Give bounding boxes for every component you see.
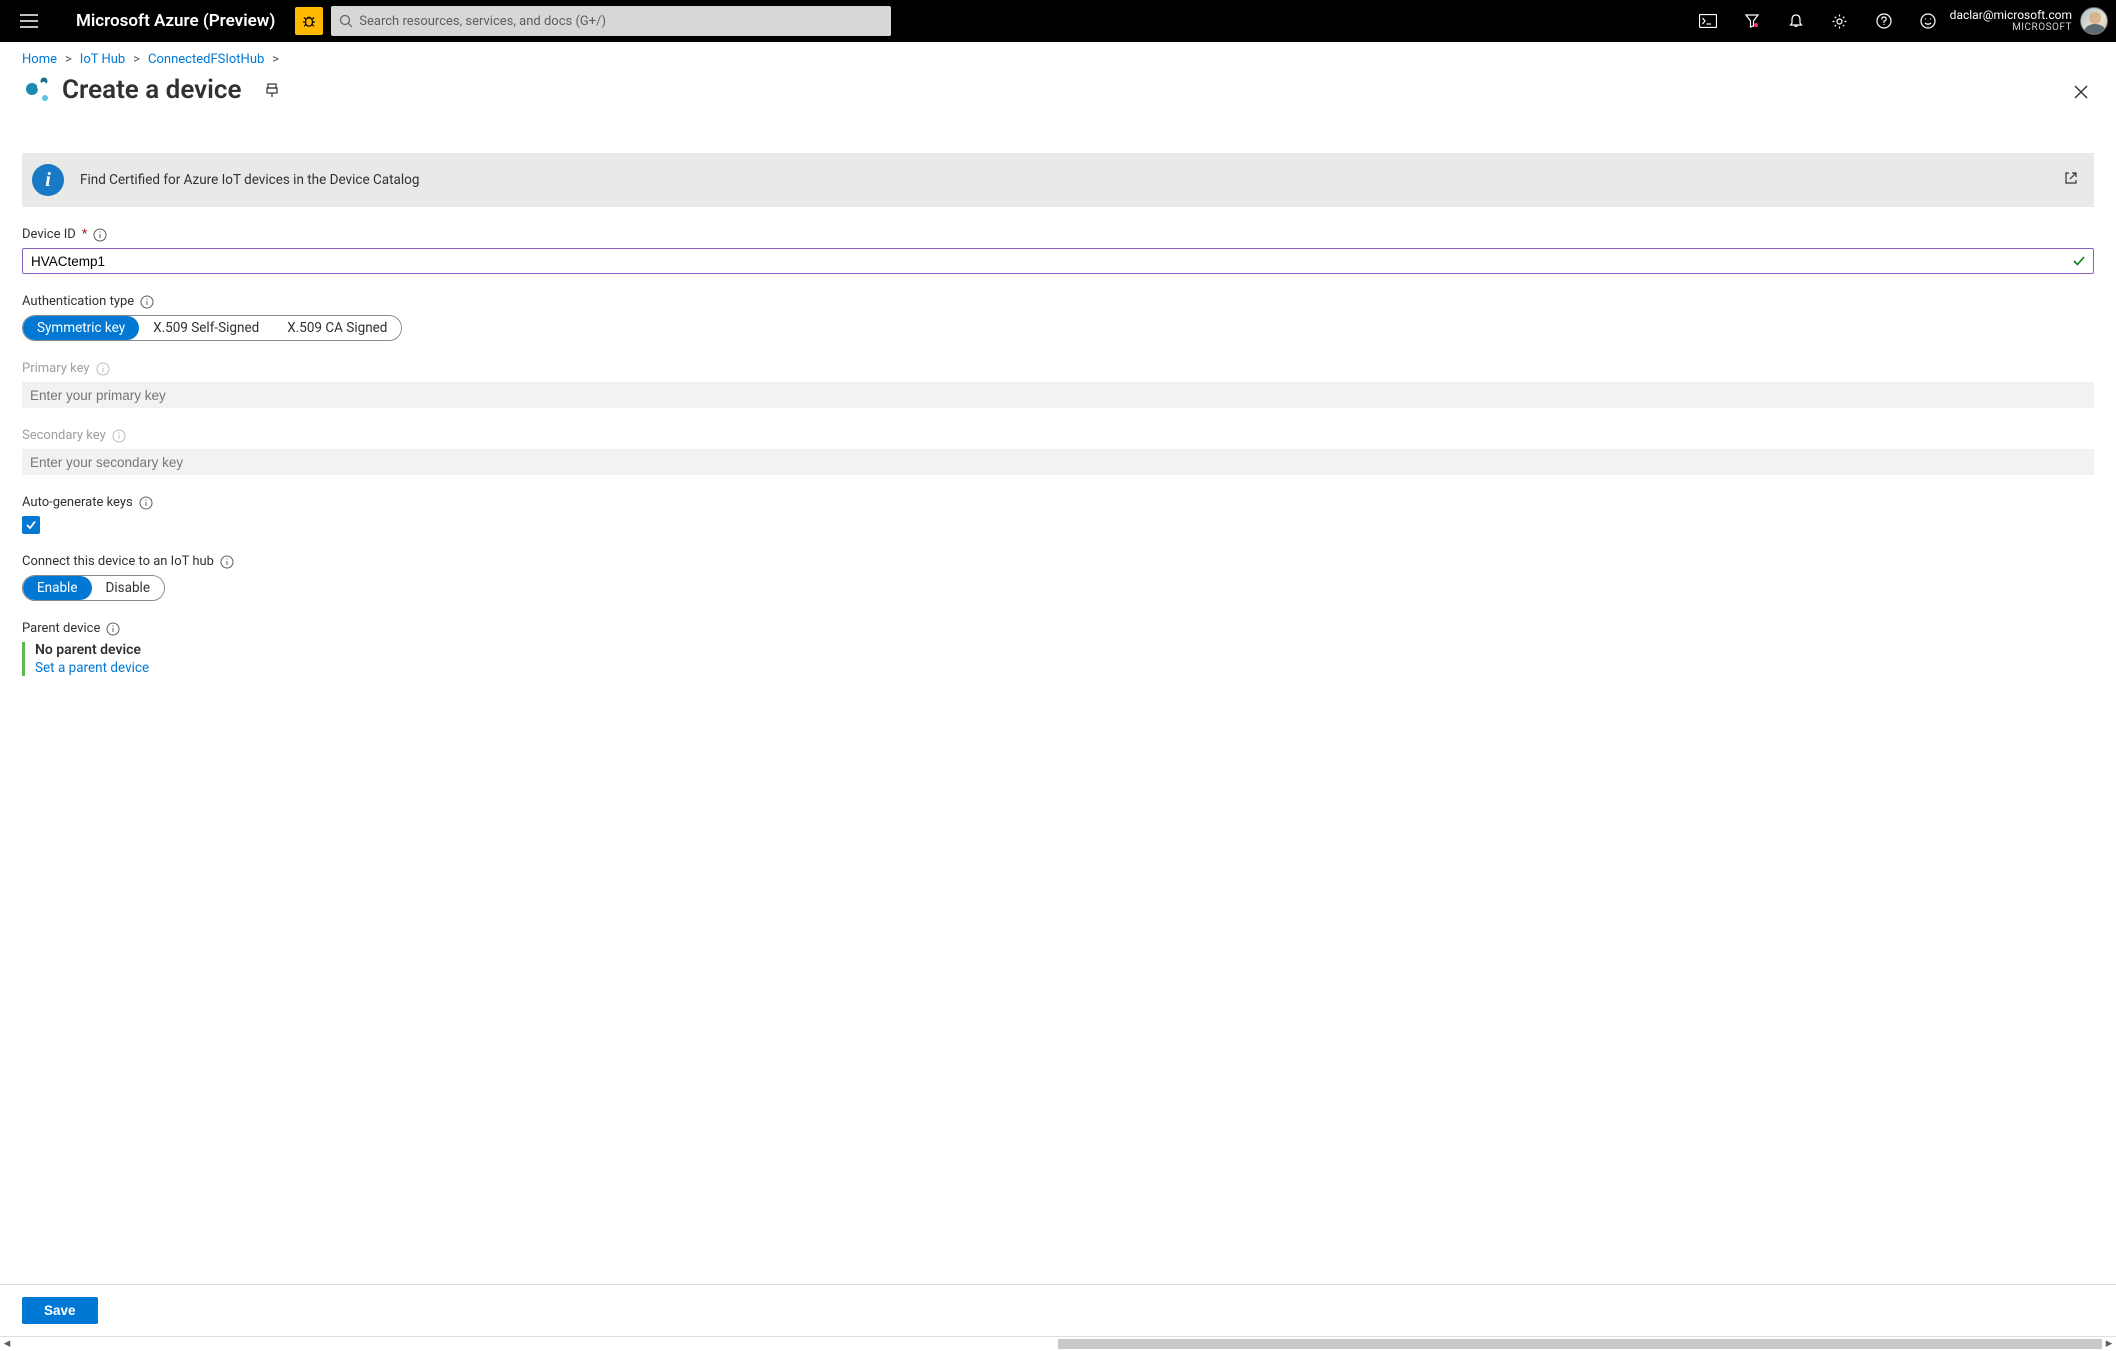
hamburger-icon xyxy=(20,14,38,28)
horizontal-scrollbar[interactable]: ◂ ▸ xyxy=(0,1336,2116,1350)
scroll-thumb[interactable] xyxy=(1058,1339,2102,1349)
account-button[interactable]: daclar@microsoft.com MICROSOFT xyxy=(1950,7,2112,35)
external-link-icon xyxy=(2064,171,2078,185)
valid-check-icon xyxy=(2072,254,2086,268)
feedback-button[interactable] xyxy=(1906,0,1950,42)
primary-key-field: Primary key xyxy=(22,361,2094,408)
info-hint-icon[interactable] xyxy=(106,622,120,636)
secondary-key-label: Secondary key xyxy=(22,428,106,443)
preview-bug-button[interactable] xyxy=(295,7,323,35)
breadcrumb: Home > IoT Hub > ConnectedFSIotHub > xyxy=(0,42,2116,73)
secondary-key-input xyxy=(22,449,2094,475)
breadcrumb-sep: > xyxy=(133,52,140,67)
close-icon xyxy=(2073,84,2089,100)
auth-x509-self-option[interactable]: X.509 Self-Signed xyxy=(139,316,273,340)
info-hint-icon[interactable] xyxy=(140,295,154,309)
auth-type-field: Authentication type Symmetric key X.509 … xyxy=(22,294,2094,341)
auto-generate-field: Auto-generate keys xyxy=(22,495,2094,534)
auth-type-label: Authentication type xyxy=(22,294,134,309)
connect-hub-field: Connect this device to an IoT hub Enable… xyxy=(22,554,2094,601)
page-header: Create a device xyxy=(0,73,2116,113)
parent-device-label: Parent device xyxy=(22,621,100,636)
device-id-field: Device ID * xyxy=(22,227,2094,274)
breadcrumb-sep: > xyxy=(65,52,72,67)
filter-icon xyxy=(1744,13,1760,29)
auth-symmetric-option[interactable]: Symmetric key xyxy=(23,316,139,340)
cloud-shell-icon xyxy=(1699,14,1717,28)
auth-type-toggle: Symmetric key X.509 Self-Signed X.509 CA… xyxy=(22,315,402,341)
gear-icon xyxy=(1831,13,1848,30)
parent-none-text: No parent device xyxy=(35,642,2094,658)
question-icon xyxy=(1876,13,1892,29)
iot-device-icon xyxy=(22,75,52,105)
info-hint-icon[interactable] xyxy=(139,496,153,510)
search-icon xyxy=(339,14,353,28)
primary-key-label: Primary key xyxy=(22,361,90,376)
user-email: daclar@microsoft.com xyxy=(1950,8,2072,22)
breadcrumb-hubname[interactable]: ConnectedFSIotHub xyxy=(148,52,264,67)
info-hint-icon[interactable] xyxy=(93,228,107,242)
page-title: Create a device xyxy=(62,75,241,105)
avatar xyxy=(2080,7,2108,35)
hamburger-button[interactable] xyxy=(10,0,48,42)
parent-device-field: Parent device No parent device Set a par… xyxy=(22,621,2094,676)
required-mark: * xyxy=(82,227,88,242)
form-content: i Find Certified for Azure IoT devices i… xyxy=(0,113,2116,1284)
close-button[interactable] xyxy=(2068,79,2094,105)
check-icon xyxy=(25,519,37,531)
primary-key-input xyxy=(22,382,2094,408)
save-button[interactable]: Save xyxy=(22,1297,98,1324)
connect-disable-option[interactable]: Disable xyxy=(92,576,164,600)
info-icon: i xyxy=(32,164,64,196)
search-placeholder: Search resources, services, and docs (G+… xyxy=(359,14,606,29)
auto-generate-label: Auto-generate keys xyxy=(22,495,133,510)
info-hint-icon[interactable] xyxy=(220,555,234,569)
device-id-label: Device ID xyxy=(22,227,76,242)
directory-filter-button[interactable] xyxy=(1730,0,1774,42)
notifications-button[interactable] xyxy=(1774,0,1818,42)
info-hint-icon[interactable] xyxy=(112,429,126,443)
auth-x509-ca-option[interactable]: X.509 CA Signed xyxy=(273,316,401,340)
secondary-key-field: Secondary key xyxy=(22,428,2094,475)
device-id-input[interactable] xyxy=(22,248,2094,274)
open-catalog-button[interactable] xyxy=(2064,171,2078,189)
info-hint-icon[interactable] xyxy=(96,362,110,376)
connect-enable-option[interactable]: Enable xyxy=(23,576,92,600)
auto-generate-checkbox[interactable] xyxy=(22,516,40,534)
global-search-input[interactable]: Search resources, services, and docs (G+… xyxy=(331,6,891,36)
breadcrumb-sep: > xyxy=(272,52,279,67)
cloud-shell-button[interactable] xyxy=(1686,0,1730,42)
bug-icon xyxy=(301,13,317,29)
brand-label[interactable]: Microsoft Azure (Preview) xyxy=(76,11,275,31)
info-message: Find Certified for Azure IoT devices in … xyxy=(80,172,2064,188)
pin-button[interactable] xyxy=(259,77,285,103)
scroll-track[interactable] xyxy=(14,1337,2102,1351)
breadcrumb-iothub[interactable]: IoT Hub xyxy=(80,52,125,67)
set-parent-link[interactable]: Set a parent device xyxy=(35,660,149,676)
connect-hub-toggle: Enable Disable xyxy=(22,575,165,601)
account-text: daclar@microsoft.com MICROSOFT xyxy=(1950,8,2072,34)
settings-button[interactable] xyxy=(1818,0,1862,42)
breadcrumb-home[interactable]: Home xyxy=(22,52,57,67)
tenant-label: MICROSOFT xyxy=(1950,22,2072,34)
info-banner: i Find Certified for Azure IoT devices i… xyxy=(22,153,2094,207)
connect-hub-label: Connect this device to an IoT hub xyxy=(22,554,214,569)
help-button[interactable] xyxy=(1862,0,1906,42)
scroll-left-arrow[interactable]: ◂ xyxy=(0,1337,14,1351)
smiley-icon xyxy=(1920,13,1936,29)
top-bar: Microsoft Azure (Preview) Search resourc… xyxy=(0,0,2116,42)
scroll-right-arrow[interactable]: ▸ xyxy=(2102,1337,2116,1351)
pin-icon xyxy=(264,82,280,98)
footer: Save xyxy=(0,1284,2116,1336)
bell-icon xyxy=(1788,13,1804,29)
